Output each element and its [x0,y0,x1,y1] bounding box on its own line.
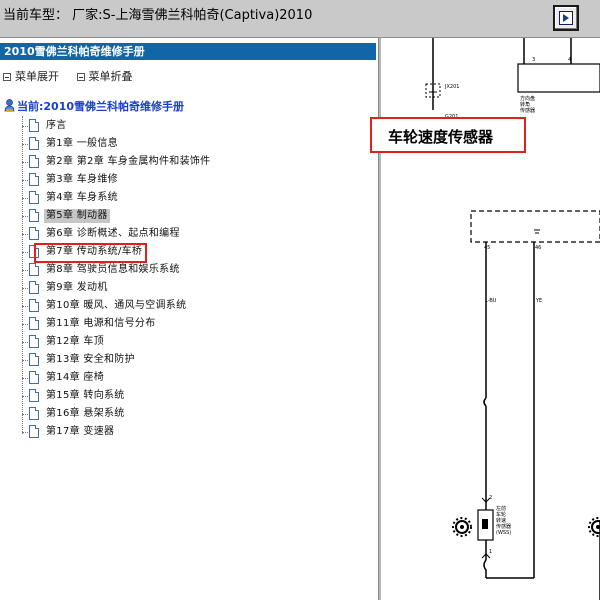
manual-menu-pane: 2010雪佛兰科帕奇维修手册 菜单展开 菜单折叠 当前:2010雪佛兰科帕奇维修… [0,38,378,600]
tree-item-label: 第12章 车顶 [46,336,105,347]
callout-annotation: 车轮速度传感器 [370,117,526,153]
document-icon [29,119,39,132]
tree-item-label: 序言 [46,120,67,131]
pin-label-1: 1 [489,549,492,555]
sensor-caption-5: (WSS) [496,530,511,536]
document-icon [29,317,39,330]
sensor-caption-1: 左前 [496,505,506,512]
export-arrow-icon [559,11,573,25]
document-icon [29,299,39,312]
document-icon [29,425,39,438]
tree-guide-line [22,116,23,434]
document-icon [29,191,39,204]
tree-item-label: 第11章 电源和信号分布 [46,318,156,329]
tree-item-label: 第13章 安全和防护 [46,354,135,365]
collapse-icon [76,73,85,81]
user-icon [4,99,15,112]
tree-item-label: 第16章 悬架系统 [46,408,125,419]
tree-root[interactable]: 当前:2010雪佛兰科帕奇维修手册 [4,98,184,114]
document-icon [29,371,39,384]
wire-color-lbu: L-BU [485,298,497,304]
sensor-caption-3: 转速 [496,517,506,524]
export-button[interactable] [553,5,579,31]
collapse-menu-label: 菜单折叠 [88,70,133,83]
tree-item-label: 第3章 车身维修 [46,174,118,185]
pin-label-46: 46 [535,245,541,251]
pin-label-45: 45 [484,245,490,251]
document-icon [29,263,39,276]
document-icon [29,173,39,186]
pin-label-3: 3 [532,57,535,63]
expand-icon [3,73,11,81]
steering-caption-3: 传感器 [520,107,535,114]
tree-item-label: 第4章 车身系统 [46,192,118,203]
document-icon [29,209,39,222]
document-icon [29,227,39,240]
panel-title: 2010雪佛兰科帕奇维修手册 [0,43,376,60]
steering-caption-1: 方向盘 [520,95,535,102]
tree-item-label: 第14章 座椅 [46,372,105,383]
collapse-menu-button[interactable]: 菜单折叠 [76,68,133,84]
callout-text: 车轮速度传感器 [388,128,494,146]
connector-label-jx201: JX201 [444,84,459,90]
tree-item-label: 第8章 驾驶员信息和娱乐系统 [46,264,180,275]
expand-menu-label: 菜单展开 [15,70,59,83]
document-icon [29,155,39,168]
steering-caption-2: 转角 [520,101,530,108]
tree-item-label: 第9章 发动机 [46,282,108,293]
sensor-caption-2: 车轮 [496,511,506,518]
pin-label-4: 4 [568,57,571,63]
title-bar: 当前车型： 厂家:S-上海雪佛兰科帕奇(Captiva)2010 [0,0,600,38]
tree-item-label: 第10章 暖风、通风与空调系统 [46,300,187,311]
tree-root-label: 当前:2010雪佛兰科帕奇维修手册 [17,100,185,113]
document-icon [29,137,39,150]
document-icon [29,389,39,402]
document-icon [29,407,39,420]
window-title: 当前车型： 厂家:S-上海雪佛兰科帕奇(Captiva)2010 [3,8,313,23]
tree-item-label: 第1章 一般信息 [46,138,118,149]
selection-highlight-box [34,243,147,263]
pin-label-2: 2 [489,495,492,501]
tree-item-label: 第6章 诊断概述、起点和编程 [46,228,180,239]
expand-menu-button[interactable]: 菜单展开 [3,68,59,84]
tree-item-label: 第2章 第2章 车身金属构件和装饰件 [46,156,211,167]
tree-item-label: 第5章 制动器 [44,209,110,223]
sensor-caption-4: 传感器 [496,523,511,530]
tree-item-label: 第15章 转向系统 [46,390,125,401]
document-icon [29,335,39,348]
document-icon [29,353,39,366]
tree-item-label: 第17章 变速器 [46,426,115,437]
wire-color-ye: YE [535,298,542,304]
menu-controls: 菜单展开 菜单折叠 [3,68,147,84]
document-icon [29,281,39,294]
